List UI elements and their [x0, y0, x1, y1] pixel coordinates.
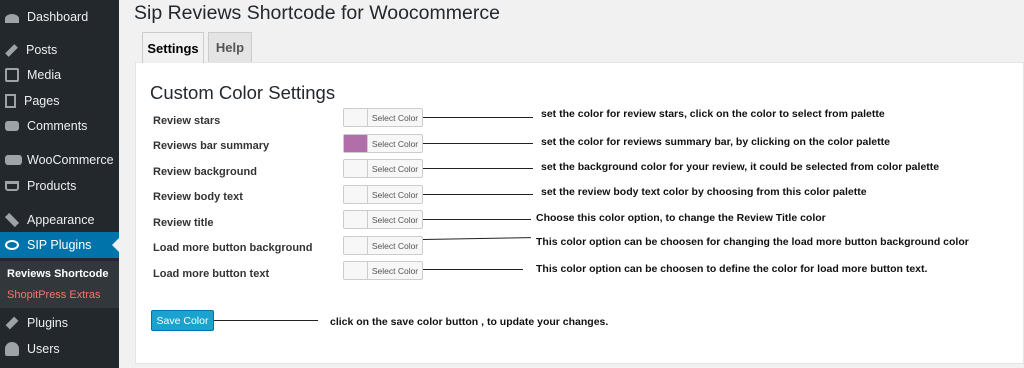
sidebar-item-appearance[interactable]: Appearance: [0, 207, 119, 233]
tab-help[interactable]: Help: [208, 32, 252, 62]
sidebar-item-dashboard[interactable]: Dashboard: [0, 4, 119, 30]
user-icon: [5, 342, 19, 356]
annotation-line: [423, 168, 533, 169]
sidebar-item-label: Users: [27, 342, 60, 356]
row-label-review-title: Review title: [153, 217, 214, 229]
sidebar-item-users[interactable]: Users: [0, 336, 119, 362]
annotation-reviews-bar-summary: set the color for reviews summary bar, b…: [541, 136, 890, 148]
sip-icon: [5, 240, 19, 250]
select-color-label: Select Color: [371, 163, 419, 174]
sidebar-item-pages[interactable]: Pages: [0, 88, 119, 114]
page-title: Sip Reviews Shortcode for Woocommerce: [134, 2, 500, 24]
annotation-line: [423, 269, 523, 270]
pin-icon: [5, 43, 18, 57]
annotation-line: [423, 143, 533, 144]
select-color-label: Select Color: [371, 265, 419, 276]
color-swatch: [344, 109, 368, 126]
color-swatch: [344, 135, 368, 152]
annotation-line: [423, 117, 533, 118]
sidebar-item-label: Products: [27, 179, 77, 193]
brush-icon: [4, 212, 20, 228]
pages-icon: [5, 94, 16, 108]
sidebar-item-label: Posts: [26, 43, 58, 57]
row-label-review-stars: Review stars: [153, 115, 221, 127]
save-color-button[interactable]: Save Color: [151, 310, 214, 331]
annotation-load-more-text: This color option can be choosen to defi…: [536, 263, 928, 275]
select-color-button-review-stars[interactable]: Select Color: [343, 108, 423, 127]
comments-icon: [5, 121, 19, 131]
select-color-button-reviews-bar-summary[interactable]: Select Color: [343, 134, 423, 153]
color-swatch: [344, 262, 368, 279]
sidebar-item-label: Dashboard: [27, 10, 89, 24]
admin-sidebar: Dashboard Posts Media Pages Comments Woo…: [0, 0, 119, 368]
annotation-load-more-background: This color option can be choosen for cha…: [536, 236, 969, 248]
color-swatch: [344, 237, 368, 254]
color-swatch: [344, 160, 368, 177]
sip-submenu: Reviews Shortcode ShopitPress Extras: [0, 261, 119, 308]
select-color-label: Select Color: [371, 112, 419, 123]
row-label-review-body-text: Review body text: [153, 191, 243, 203]
woocommerce-icon: [5, 155, 22, 165]
annotation-line: [214, 320, 318, 321]
sidebar-item-sip-plugins[interactable]: SIP Plugins: [0, 232, 119, 258]
dashboard-icon: [5, 13, 19, 23]
row-label-review-background: Review background: [153, 166, 257, 178]
sidebar-item-plugins[interactable]: Plugins: [0, 310, 119, 336]
row-label-reviews-bar-summary: Reviews bar summary: [153, 140, 270, 152]
select-color-button-review-body-text[interactable]: Select Color: [343, 185, 423, 204]
select-color-label: Select Color: [371, 214, 419, 225]
sidebar-item-label: Pages: [24, 94, 60, 108]
sidebar-item-comments[interactable]: Comments: [0, 113, 119, 139]
annotation-review-title: Choose this color option, to change the …: [536, 212, 826, 224]
sidebar-item-media[interactable]: Media: [0, 62, 119, 88]
annotation-save: click on the save color button , to upda…: [330, 316, 609, 328]
row-label-load-more-background: Load more button background: [153, 242, 313, 254]
annotation-line: [423, 219, 531, 220]
row-label-load-more-text: Load more button text: [153, 268, 270, 280]
sidebar-item-label: Appearance: [27, 213, 95, 227]
select-color-button-review-title[interactable]: Select Color: [343, 210, 423, 229]
media-icon: [5, 68, 19, 82]
annotation-review-body-text: set the review body text color by choosi…: [541, 186, 867, 198]
select-color-button-load-more-text[interactable]: Select Color: [343, 261, 423, 280]
select-color-label: Select Color: [371, 240, 419, 251]
tab-settings[interactable]: Settings: [142, 32, 204, 63]
sidebar-item-label: Comments: [27, 119, 88, 133]
annotation-review-stars: set the color for review stars, click on…: [541, 108, 885, 120]
select-color-label: Select Color: [371, 189, 419, 200]
annotation-review-background: set the background color for your review…: [541, 161, 940, 173]
select-color-button-load-more-background[interactable]: Select Color: [343, 236, 423, 255]
color-swatch: [344, 211, 368, 228]
sidebar-item-label: SIP Plugins: [27, 238, 92, 252]
sidebar-item-label: Plugins: [27, 316, 68, 330]
sidebar-item-products[interactable]: Products: [0, 173, 119, 199]
section-title: Custom Color Settings: [150, 82, 336, 103]
cart-icon: [5, 181, 19, 191]
plug-icon: [5, 316, 19, 330]
sidebar-item-label: WooCommerce: [27, 153, 114, 167]
sidebar-item-posts[interactable]: Posts: [0, 37, 119, 63]
select-color-label: Select Color: [371, 138, 419, 149]
annotation-line: [423, 194, 533, 195]
submenu-item-shopitpress-extras[interactable]: ShopitPress Extras: [7, 289, 101, 301]
sidebar-item-woocommerce[interactable]: WooCommerce: [0, 147, 119, 173]
submenu-item-reviews-shortcode[interactable]: Reviews Shortcode: [7, 268, 108, 280]
color-swatch: [344, 186, 368, 203]
sidebar-item-label: Media: [27, 68, 62, 82]
select-color-button-review-background[interactable]: Select Color: [343, 159, 423, 178]
